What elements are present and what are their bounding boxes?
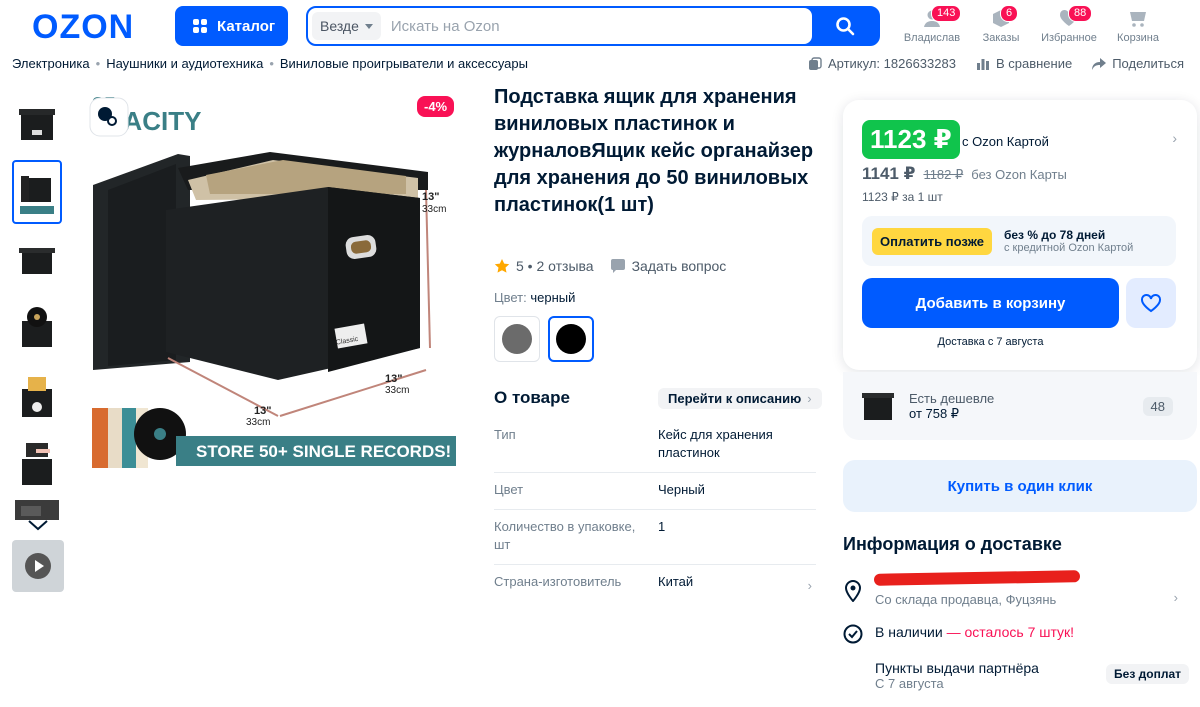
cart-icon [1130,12,1146,27]
catalog-button[interactable]: Каталог [175,6,288,46]
grid-icon [193,19,207,33]
buy-one-click-button[interactable]: Купить в один клик [843,460,1197,512]
regular-price-row: 1141 ₽ 1182 ₽ без Ozon Карты [862,164,1067,183]
compare-icon [976,58,989,70]
offers-count: 48 [1142,396,1173,416]
thumbnail-active[interactable] [12,160,62,224]
chevron-right-icon: › [807,391,812,406]
caret-down-icon [364,23,373,29]
per-unit-price: 1123 ₽ за 1 шт [862,190,943,204]
thumbnail[interactable] [12,296,62,360]
star-icon [494,259,510,273]
check-circle-icon [843,624,863,644]
chevron-right-icon[interactable]: › [1172,130,1177,146]
search-icon [836,17,855,36]
no-extra-charge-badge: Без доплат [1106,664,1189,684]
catalog-label: Каталог [217,17,276,35]
video-thumbnail[interactable] [12,540,64,592]
favorites-badge: 88 [1068,5,1093,22]
product-main-image[interactable]: GE PACITY Classic 13" 33cm 13" 33cm 13" … [88,90,466,470]
thumbnails-scroll-down[interactable] [12,518,64,532]
header-cart[interactable]: Корзина [1103,8,1173,44]
thumbnail-strip [12,92,64,596]
header-profile[interactable]: 143 Владислав [897,5,967,44]
spec-row[interactable]: Страна-изготовитель Китай › [494,565,816,601]
ozon-logo[interactable]: OZON [32,8,134,47]
search-scope-select[interactable]: Везде [312,12,381,40]
chat-icon [610,259,625,273]
spec-row: Количество в упаковке, шт 1 [494,510,816,565]
rating-row: 5 • 2 отзыва Задать вопрос [494,258,726,274]
heart-outline-icon [1141,293,1161,313]
play-icon [25,553,51,579]
specs-table: Тип Кейс для хранения пластинок Цвет Чер… [494,418,816,601]
svg-text:33cm: 33cm [246,417,270,428]
share-button[interactable]: Поделиться [1092,56,1184,71]
color-label: Цвет: черный [494,290,576,305]
product-title: Подставка ящик для хранения виниловых пл… [494,86,814,216]
header-orders[interactable]: 6 Заказы [966,5,1036,44]
profile-badge: 143 [931,5,962,22]
rating-text[interactable]: 5 • 2 отзыва [516,258,594,274]
thumbnail[interactable] [12,432,62,496]
price-card: 1123 ₽ с Ozon Картой › 1141 ₽ 1182 ₽ без… [843,100,1197,370]
color-swatch-black[interactable] [548,316,594,362]
article-number[interactable]: Артикул: 1826633283 [808,56,956,71]
about-heading: О товаре [494,388,570,407]
copy-icon [808,56,822,70]
header-profile-label: Владислав [903,32,961,44]
search-button[interactable] [812,8,878,44]
svg-text:33cm: 33cm [385,385,409,396]
header-cart-label: Корзина [1117,32,1159,44]
pay-later-button[interactable]: Оплатить позже [872,227,992,255]
product-meta: Артикул: 1826633283 В сравнение Поделить… [808,56,1184,71]
chevron-down-icon [28,520,48,531]
breadcrumb-item[interactable]: Виниловые проигрыватели и аксессуары [280,56,528,71]
stock-status: В наличии — осталось 7 штук! [843,624,1197,644]
thumbnail[interactable] [12,228,62,292]
cheaper-offers[interactable]: Есть дешевле от 758 ₽ 48 [843,372,1197,440]
compare-button[interactable]: В сравнение [976,56,1072,71]
svg-text:33cm: 33cm [422,204,446,215]
svg-text:13": 13" [254,405,271,417]
add-to-cart-button[interactable]: Добавить в корзину [862,278,1119,328]
breadcrumb: Электроника • Наушники и аудиотехника • … [12,56,528,71]
svg-text:STORE 50+ SINGLE RECORDS!: STORE 50+ SINGLE RECORDS! [196,442,451,461]
search-scope-label: Везде [320,18,359,34]
ask-question-button[interactable]: Задать вопрос [610,258,726,274]
thumbnail[interactable] [12,364,62,428]
pickup-points[interactable]: Пункты выдачи партнёра С 7 августа Без д… [843,660,1197,691]
delivery-note: Доставка с 7 августа [937,336,1044,348]
search-bar: Везде [306,6,880,46]
share-icon [1092,57,1107,70]
header-favorites[interactable]: 88 Избранное [1034,5,1104,44]
ozon-card-label: с Ozon Картой [962,134,1049,149]
breadcrumb-item[interactable]: Наушники и аудиотехника [106,56,263,71]
color-swatches [494,316,594,362]
header-favorites-label: Избранное [1041,32,1097,44]
location-pin-icon [844,580,862,602]
ozon-card-price[interactable]: 1123 ₽ [862,120,960,159]
breadcrumb-item[interactable]: Электроника [12,56,90,71]
orders-badge: 6 [1000,5,1019,22]
discount-badge: -4% [417,96,455,117]
spec-row: Цвет Черный [494,473,816,510]
thumbnail[interactable] [12,500,62,520]
thumbnail[interactable] [12,92,62,156]
header: OZON Каталог Везде 143 Владислав 6 Заказ… [0,0,1200,52]
delivery-heading: Информация о доставке [843,534,1062,554]
add-to-favorites-button[interactable] [1126,278,1176,328]
go-to-description-button[interactable]: Перейти к описанию › [658,388,822,409]
svg-text:13": 13" [385,373,402,385]
spec-row: Тип Кейс для хранения пластинок [494,418,816,473]
chevron-right-icon[interactable]: › [1174,590,1178,605]
product-thumb-icon [862,393,894,420]
svg-text:13": 13" [422,191,439,203]
pay-later-block[interactable]: Оплатить позже без % до 78 дней с кредит… [862,216,1176,266]
header-orders-label: Заказы [982,32,1020,44]
search-input[interactable] [390,17,771,35]
chevron-right-icon: › [807,578,812,593]
color-swatch-gray[interactable] [494,316,540,362]
